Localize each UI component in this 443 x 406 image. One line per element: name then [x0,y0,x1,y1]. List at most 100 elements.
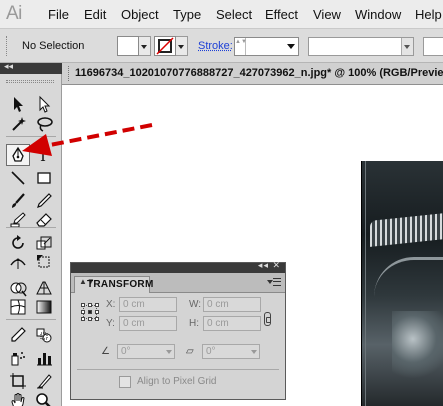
illustrator-window: Ai File Edit Object Type Select Effect V… [0,0,443,406]
mesh-tool[interactable] [6,296,30,318]
menu-window[interactable]: Window [355,7,401,22]
slice-tool[interactable] [32,370,56,392]
panel-menu-icon[interactable] [267,276,281,288]
h-field[interactable]: 0 cm [203,316,261,331]
zoom-icon [36,393,51,406]
w-field[interactable]: 0 cm [203,297,261,312]
perspective-grid-icon [36,281,52,295]
document-title: 11696734_10201070776888727_427073962_n.j… [75,67,443,79]
align-to-pixel-grid-checkbox[interactable] [119,376,131,388]
gradient-icon [36,300,52,314]
symbol-sprayer-icon [11,352,25,366]
tools-panel-header: ◂◂ [0,61,62,74]
shear-icon: ⏥ [186,346,194,357]
hand-tool[interactable] [6,390,30,406]
control-bar-grip[interactable] [6,36,9,56]
selection-status: No Selection [22,40,85,52]
variable-width-profile[interactable] [308,37,414,56]
menu-type[interactable]: Type [173,7,201,22]
menu-file[interactable]: File [48,7,69,22]
direct-selection-tool[interactable] [32,93,56,115]
rotate-icon [12,235,24,249]
x-field[interactable]: 0 cm [119,297,177,312]
line-segment-tool[interactable] [6,167,30,189]
free-transform-tool[interactable] [32,251,56,273]
none-stroke-icon [156,37,174,55]
panel-collapse-close-icon[interactable]: ◂◂ ✕ [258,260,281,271]
fill-swatch[interactable] [117,36,139,56]
column-graph-tool[interactable] [32,347,56,369]
artboard-icon [10,373,26,389]
red-arrow-annotation [22,123,153,156]
menu-bar: Ai File Edit Object Type Select Effect V… [0,0,443,29]
gradient-tool[interactable] [32,296,56,318]
width-icon [10,258,26,269]
x-label: X: [106,299,116,310]
stroke-label[interactable]: Stroke: [198,40,233,52]
document-tab[interactable]: 11696734_10201070776888727_427073962_n.j… [62,63,443,85]
symbol-sprayer-tool[interactable] [6,347,30,369]
width-tool[interactable] [6,251,30,273]
placed-photo[interactable] [361,161,443,406]
stroke-swatch[interactable] [154,36,176,56]
control-bar: No Selection Stroke: ▲▼ [0,29,443,63]
transform-tab-row: ▲▼ TRANSFORM [71,273,285,293]
direct-selection-icon [39,95,51,113]
constrain-proportions-icon[interactable] [264,312,271,326]
stroke-weight-spinner[interactable]: ▲▼ [235,38,247,55]
rectangle-icon [37,172,51,184]
free-transform-icon [37,255,50,268]
tools-panel-grip[interactable] [6,80,54,83]
chevron-down-icon[interactable] [287,44,295,49]
tools-divider [6,227,56,228]
rotate-icon: ∠ [101,346,110,357]
scale-icon [36,236,52,250]
app-logo: Ai [6,3,22,24]
menu-select[interactable]: Select [216,7,252,22]
divider [77,369,279,370]
slice-icon [37,374,52,389]
brush-definition[interactable] [423,37,443,56]
column-graph-icon [37,353,52,366]
w-label: W: [189,299,202,310]
blend-tool[interactable] [32,324,56,346]
align-to-pixel-grid-label: Align to Pixel Grid [137,376,217,387]
chevron-down-icon[interactable] [401,38,413,55]
document-tab-grip[interactable] [68,66,71,81]
reference-point-icon[interactable] [81,303,99,321]
y-label: Y: [106,318,115,329]
menu-effect[interactable]: Effect [265,7,298,22]
mesh-icon [10,299,26,315]
menu-object[interactable]: Object [121,7,159,22]
selection-tool[interactable] [6,93,30,115]
fill-dropdown[interactable] [139,36,151,56]
paintbrush-icon [12,193,25,208]
transform-panel-titlebar[interactable]: ◂◂ ✕ [71,260,285,273]
rectangle-tool[interactable] [32,167,56,189]
blend-icon [36,328,52,343]
hand-icon [11,393,25,406]
selection-icon [14,97,23,112]
tab-transform-label: TRANSFORM [87,279,154,290]
shape-builder-icon [10,282,27,297]
stroke-dropdown[interactable] [176,36,188,56]
y-field[interactable]: 0 cm [119,316,177,331]
zoom-tool[interactable] [32,390,56,406]
menu-help[interactable]: Help [415,7,442,22]
tab-transform[interactable]: ▲▼ TRANSFORM [74,276,153,293]
menu-view[interactable]: View [313,7,341,22]
pencil-icon [37,193,52,208]
chevron-down-icon[interactable] [251,350,257,354]
eyedropper-tool[interactable] [6,324,30,346]
tools-divider [6,319,56,320]
h-label: H: [189,318,199,329]
stroke-weight-field[interactable]: ▲▼ [234,37,299,56]
chevron-down-icon[interactable] [166,350,172,354]
eyedropper-icon [11,327,26,342]
artboard-tool[interactable] [6,370,30,392]
collapse-icon[interactable]: ◂◂ [4,61,13,72]
rotate-field[interactable]: 0° [117,344,175,359]
menu-edit[interactable]: Edit [84,7,106,22]
shear-field[interactable]: 0° [202,344,260,359]
transform-panel: ◂◂ ✕ ▲▼ TRANSFORM X: 0 cm Y: 0 cm W: 0 c… [70,260,286,400]
